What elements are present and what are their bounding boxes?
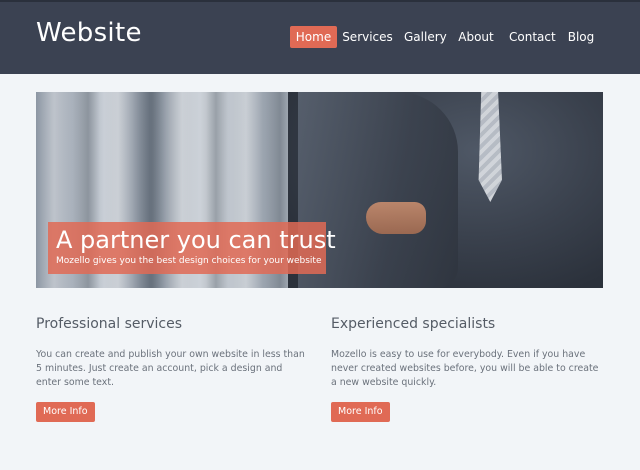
nav-item-gallery[interactable]: Gallery: [404, 26, 447, 48]
nav-item-services[interactable]: Services: [342, 26, 393, 48]
site-header: Website Home Services Gallery About Cont…: [0, 0, 640, 74]
hero-hand-image: [366, 202, 426, 234]
hero-suit-image: [288, 92, 603, 288]
hero-caption: A partner you can trust Mozello gives yo…: [48, 222, 336, 274]
hero-subtitle: Mozello gives you the best design choice…: [56, 256, 322, 266]
feature-heading: Professional services: [36, 316, 183, 332]
more-info-button[interactable]: More Info: [36, 402, 95, 422]
feature-text: You can create and publish your own webs…: [36, 349, 305, 388]
nav-item-blog[interactable]: Blog: [566, 26, 596, 48]
feature-text: Mozello is easy to use for everybody. Ev…: [331, 349, 599, 388]
nav-item-home[interactable]: Home: [290, 26, 337, 48]
nav-item-contact[interactable]: Contact: [509, 26, 556, 48]
nav-item-about[interactable]: About: [458, 26, 494, 48]
feature-column-specialists: Experienced specialists Mozello is easy …: [331, 314, 601, 422]
hero-title: A partner you can trust: [56, 226, 336, 254]
main-nav: Home Services Gallery About Contact Blog: [0, 26, 640, 50]
hero-banner: A partner you can trust Mozello gives yo…: [36, 92, 603, 288]
feature-column-professional: Professional services You can create and…: [36, 314, 306, 422]
feature-heading: Experienced specialists: [331, 316, 496, 332]
more-info-button[interactable]: More Info: [331, 402, 390, 422]
